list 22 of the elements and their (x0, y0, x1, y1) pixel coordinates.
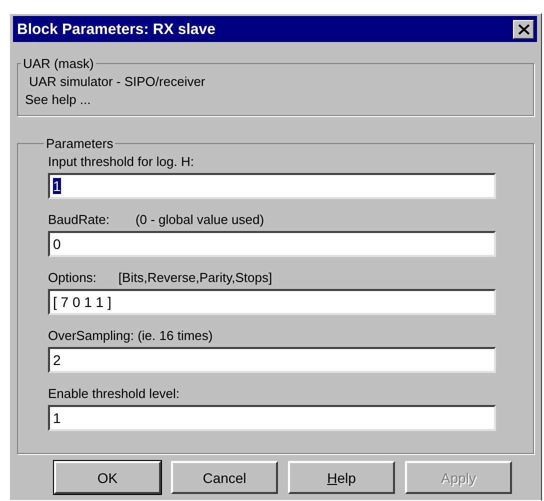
field-label: BaudRate: (48, 211, 110, 229)
field-label: Options: (48, 269, 96, 287)
close-icon (518, 24, 530, 34)
window-title: Block Parameters: RX slave (17, 20, 216, 38)
group-title: Parameters (45, 136, 114, 151)
input-field[interactable]: 0 (48, 231, 496, 257)
input-field[interactable]: 1 (48, 173, 496, 199)
field-label: OverSampling: (ie. 16 times) (48, 327, 213, 345)
input-field[interactable]: 1 (48, 405, 496, 431)
dialog-button[interactable]: Cancel (171, 461, 278, 494)
close-button[interactable] (513, 20, 534, 38)
input-field[interactable]: [ 7 0 1 1 ] (48, 289, 496, 315)
mask-description: UAR simulator - SIPO/receiver (28, 73, 206, 91)
group-title: UAR (mask) (22, 56, 95, 71)
field-label: Input threshold for log. H: (48, 153, 194, 171)
input-field[interactable]: 2 (48, 347, 496, 373)
field-hint: (0 - global value used) (135, 211, 264, 229)
field-hint: [Bits,Reverse,Parity,Stops] (118, 269, 272, 287)
dialog-button[interactable]: OK (54, 461, 161, 494)
help-note: See help ... (25, 91, 92, 109)
dialog-button[interactable]: Help (288, 461, 395, 494)
field-label: Enable threshold level: (48, 385, 180, 403)
